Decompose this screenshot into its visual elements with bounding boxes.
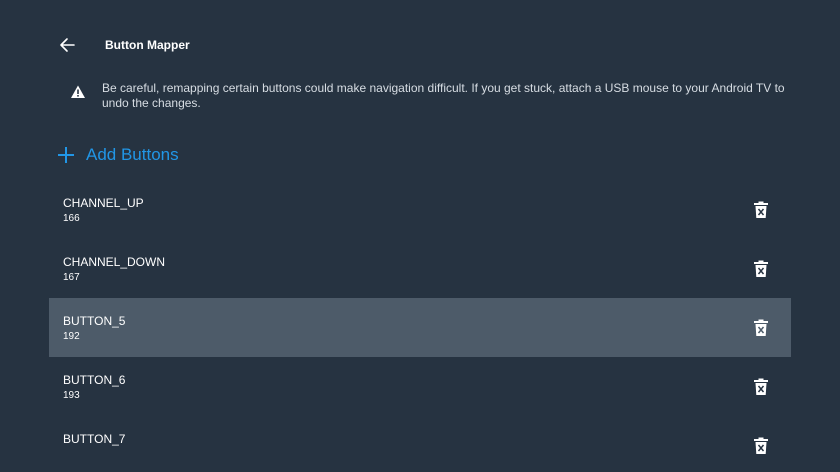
button-name: BUTTON_6 xyxy=(63,373,126,387)
delete-icon[interactable] xyxy=(753,201,769,219)
list-item[interactable]: CHANNEL_DOWN 167 xyxy=(49,239,791,298)
button-code: 192 xyxy=(63,331,80,342)
delete-icon[interactable] xyxy=(753,319,769,337)
plus-icon xyxy=(56,145,76,165)
arrow-back-icon xyxy=(60,38,75,52)
warning-banner: Be careful, remapping certain buttons co… xyxy=(70,81,790,111)
page-title: Button Mapper xyxy=(105,38,190,52)
header: Button Mapper xyxy=(56,34,190,56)
back-button[interactable] xyxy=(56,34,78,56)
delete-icon[interactable] xyxy=(753,260,769,278)
button-name: CHANNEL_UP xyxy=(63,196,144,210)
button-list: CHANNEL_UP 166 CHANNEL_DOWN 167 BUTTON_5… xyxy=(49,180,791,472)
list-item[interactable]: BUTTON_7 xyxy=(49,416,791,472)
button-code: 193 xyxy=(63,390,80,401)
warning-icon xyxy=(71,85,85,98)
add-buttons-button[interactable]: Add Buttons xyxy=(56,143,179,167)
delete-icon[interactable] xyxy=(753,378,769,396)
button-name: CHANNEL_DOWN xyxy=(63,255,166,269)
button-name: BUTTON_7 xyxy=(63,432,126,446)
add-buttons-label: Add Buttons xyxy=(86,145,179,164)
list-item[interactable]: BUTTON_5 192 xyxy=(49,298,791,357)
button-name: BUTTON_5 xyxy=(63,314,126,328)
button-mapper-screen: Button Mapper Be careful, remapping cert… xyxy=(0,0,840,472)
list-item[interactable]: CHANNEL_UP 166 xyxy=(49,180,791,239)
warning-text: Be careful, remapping certain buttons co… xyxy=(102,81,785,110)
delete-icon[interactable] xyxy=(753,437,769,455)
button-code: 167 xyxy=(63,272,80,283)
button-code: 166 xyxy=(63,213,80,224)
list-item[interactable]: BUTTON_6 193 xyxy=(49,357,791,416)
